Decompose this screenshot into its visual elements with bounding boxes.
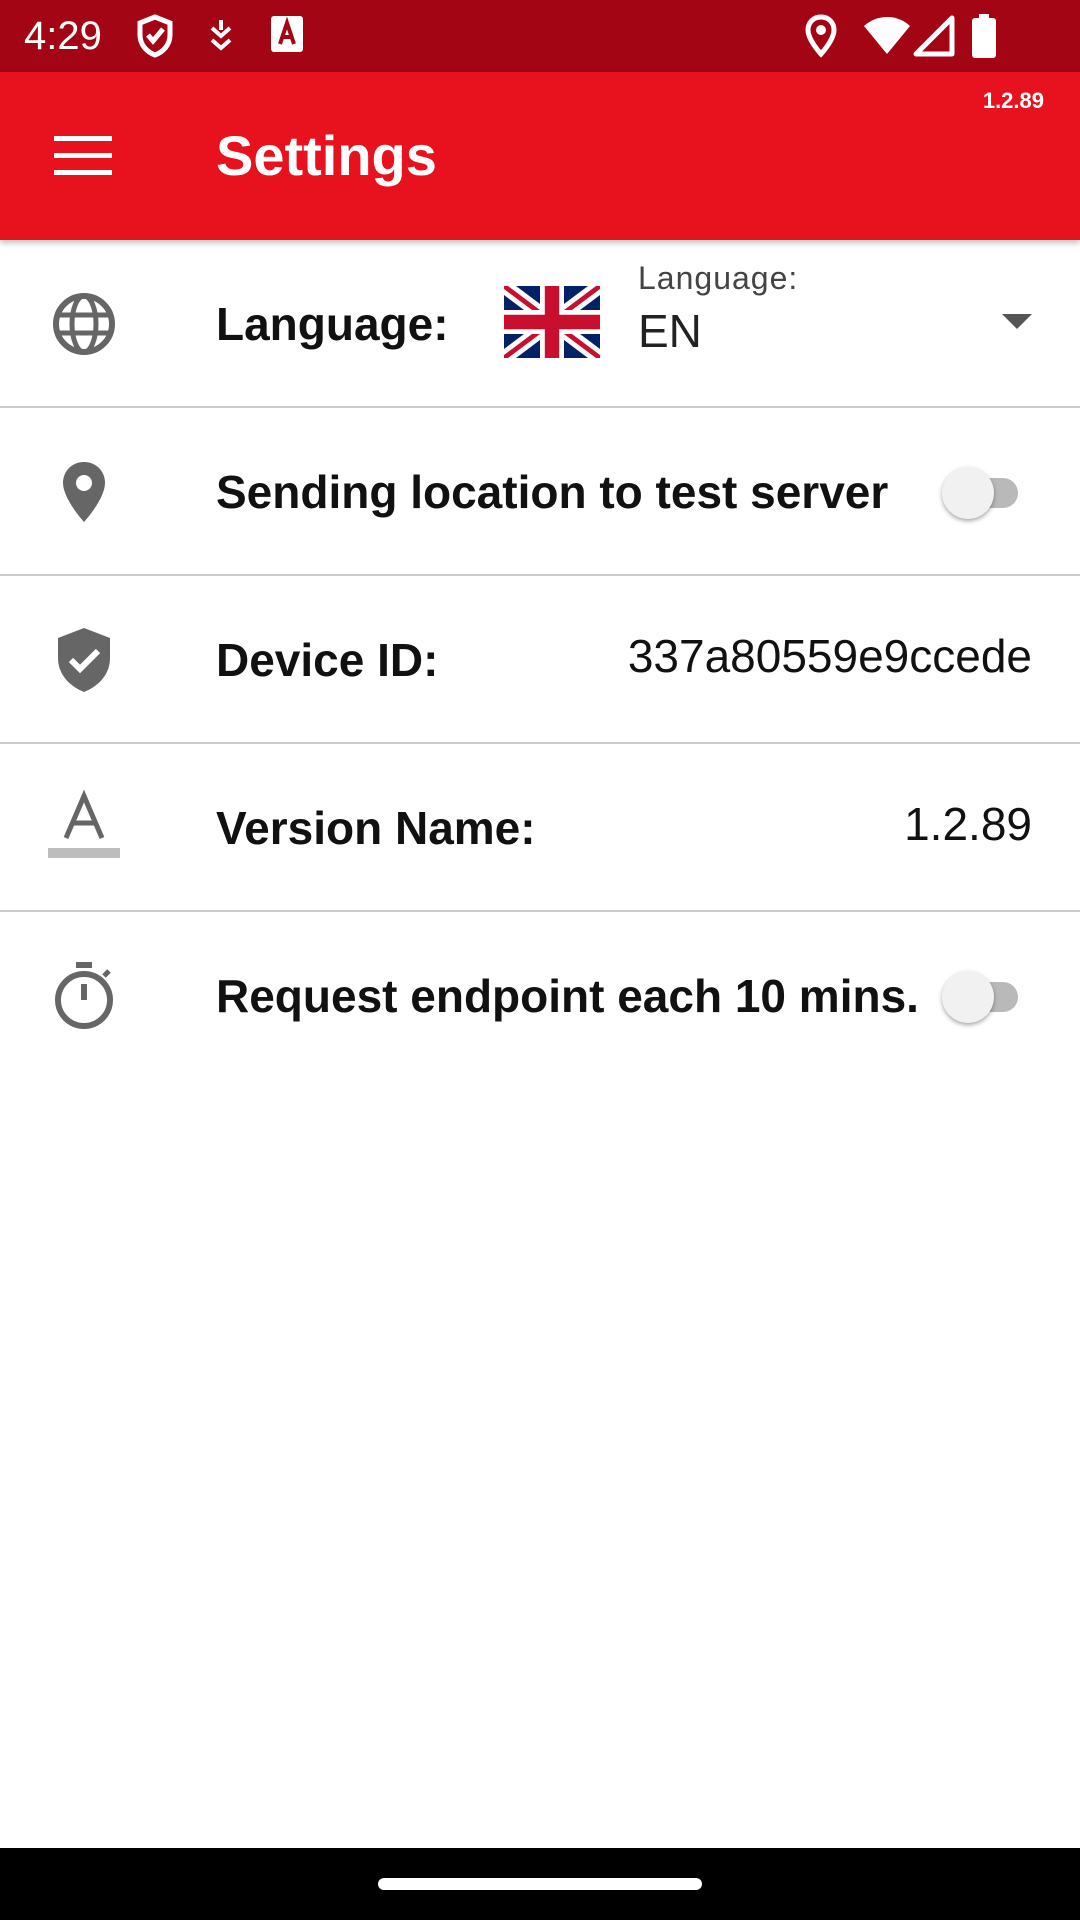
status-bar: 4:29 bbox=[0, 0, 1080, 72]
verified-shield-icon bbox=[58, 628, 110, 692]
toggle-thumb bbox=[942, 971, 994, 1023]
language-dropdown[interactable]: Language: EN bbox=[500, 260, 1040, 384]
page-title: Settings bbox=[216, 124, 437, 187]
language-row: Language: Language: EN bbox=[0, 240, 1080, 408]
font-a-icon bbox=[271, 16, 303, 52]
globe-icon bbox=[53, 293, 115, 355]
location-icon bbox=[805, 14, 837, 58]
dropdown-caption: Language: bbox=[638, 260, 799, 296]
version-value: 1.2.89 bbox=[904, 798, 1032, 850]
shield-icon bbox=[137, 14, 173, 58]
home-gesture-handle[interactable] bbox=[378, 1878, 702, 1890]
dropdown-arrow-icon bbox=[1002, 314, 1032, 329]
menu-icon[interactable] bbox=[54, 134, 114, 178]
endpoint-row: Request endpoint each 10 mins. bbox=[0, 912, 1080, 1080]
version-row: Version Name: 1.2.89 bbox=[0, 744, 1080, 912]
endpoint-label: Request endpoint each 10 mins. bbox=[216, 970, 919, 1022]
device-id-row: Device ID: 337a80559e9ccede bbox=[0, 576, 1080, 744]
battery-icon bbox=[972, 14, 996, 58]
device-id-value: 337a80559e9ccede bbox=[627, 630, 1032, 682]
wifi-icon bbox=[864, 17, 910, 54]
location-toggle[interactable] bbox=[942, 464, 1022, 520]
status-time: 4:29 bbox=[24, 14, 102, 58]
text-format-icon bbox=[48, 790, 120, 858]
language-label: Language: bbox=[216, 298, 449, 350]
device-id-label: Device ID: bbox=[216, 634, 439, 686]
location-pin-icon bbox=[63, 462, 105, 522]
toggle-thumb bbox=[942, 467, 994, 519]
version-label: Version Name: bbox=[216, 802, 536, 854]
dropdown-value: EN bbox=[638, 305, 702, 357]
signal-icon bbox=[913, 15, 955, 57]
location-label: Sending location to test server bbox=[216, 466, 889, 518]
navigation-bar bbox=[0, 1848, 1080, 1920]
download-icon bbox=[210, 20, 232, 51]
version-badge: 1.2.89 bbox=[982, 88, 1044, 113]
app-bar: Settings 1.2.89 bbox=[0, 72, 1080, 240]
endpoint-toggle[interactable] bbox=[942, 968, 1022, 1024]
settings-screen: 4:29 Settings 1.2.89 Language: Language:… bbox=[0, 0, 1080, 1920]
uk-flag-icon bbox=[504, 286, 600, 358]
location-row: Sending location to test server bbox=[0, 408, 1080, 576]
timer-icon bbox=[55, 962, 113, 1029]
